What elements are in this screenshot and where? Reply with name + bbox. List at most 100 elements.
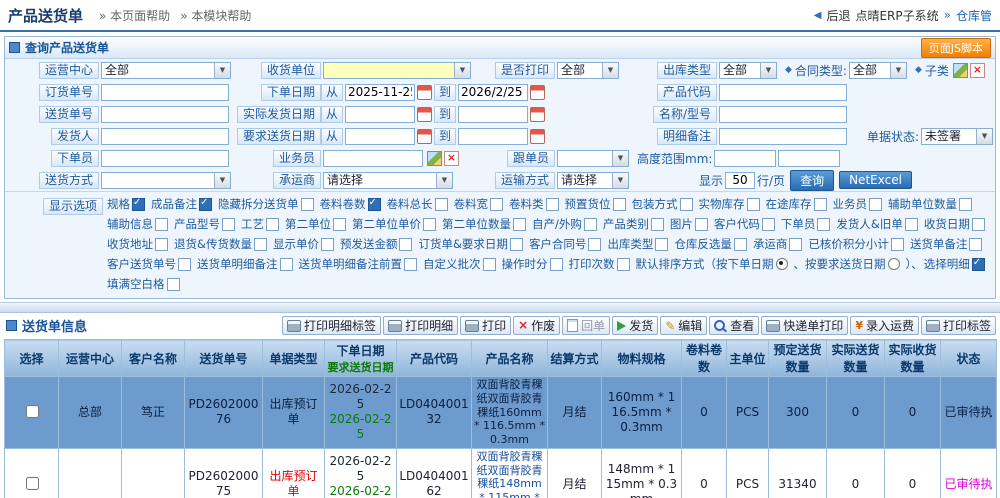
option-checkbox[interactable] [891, 238, 904, 251]
transport-method-select[interactable]: 请选择▼ [557, 172, 629, 189]
doc-status-select[interactable]: 未签署▼ [921, 128, 993, 145]
required-date-to-input[interactable] [458, 128, 528, 145]
option-checkbox[interactable] [817, 218, 830, 231]
display-option[interactable]: 已核价积分小计 [808, 236, 909, 252]
breadcrumb-app[interactable]: 点晴ERP子系统 [855, 7, 938, 24]
display-option[interactable]: 仓库反选量 [674, 236, 752, 252]
sort-radio-option[interactable]: 、按要求送货日期 [794, 256, 905, 272]
display-option[interactable]: 隐藏拆分送货单 [218, 196, 319, 212]
search-button[interactable]: 查询 [790, 170, 834, 191]
delivery-row[interactable]: 总部笃正PD260200076出库预订单2026-02-252026-02-25… [5, 377, 997, 449]
calendar-icon[interactable] [417, 107, 432, 122]
display-option[interactable]: 送货单明细备注 [197, 256, 298, 272]
option-checkbox[interactable] [178, 258, 191, 271]
option-checkbox[interactable] [321, 238, 334, 251]
display-option[interactable]: 送货单备注 [910, 236, 988, 252]
option-checkbox[interactable] [368, 198, 381, 211]
display-option[interactable]: 预置货位 [565, 196, 631, 212]
back-arrow-icon[interactable]: ◀ [814, 10, 822, 21]
option-checkbox[interactable] [435, 198, 448, 211]
option-checkbox[interactable] [613, 198, 626, 211]
display-option[interactable]: 填满空白格 [107, 276, 185, 292]
back-link[interactable]: 后退 [826, 7, 850, 24]
option-checkbox[interactable] [550, 258, 563, 271]
delivery-method-select[interactable]: ▼ [101, 172, 231, 189]
calendar-icon[interactable] [530, 85, 545, 100]
required-date-from-input[interactable] [345, 128, 415, 145]
option-checkbox[interactable] [280, 258, 293, 271]
option-checkbox[interactable] [789, 238, 802, 251]
calendar-icon[interactable] [417, 85, 432, 100]
radio-indicator[interactable] [888, 258, 900, 270]
option-checkbox[interactable] [333, 218, 346, 231]
option-checkbox[interactable] [869, 198, 882, 211]
display-option[interactable]: 实物库存 [699, 196, 765, 212]
netexcel-button[interactable]: NetExcel [839, 171, 912, 189]
option-checkbox[interactable] [584, 218, 597, 231]
display-option[interactable]: 客户合同号 [529, 236, 607, 252]
salesman-clear-icon[interactable] [444, 151, 459, 166]
subclass-picker-icon[interactable] [953, 63, 968, 78]
salesman-picker-icon[interactable] [427, 151, 442, 166]
product-code-input[interactable] [719, 84, 847, 101]
display-option[interactable]: 卷料卷数 [320, 196, 386, 212]
option-checkbox[interactable] [254, 238, 267, 251]
page-help-link[interactable]: » 本页面帮助 [99, 7, 170, 24]
delivery-no-input[interactable] [101, 106, 229, 123]
carrier-select[interactable]: 请选择▼ [323, 172, 453, 189]
breadcrumb-module[interactable]: 仓库管 [956, 7, 992, 24]
option-checkbox[interactable] [655, 238, 668, 251]
option-checkbox[interactable] [199, 198, 212, 211]
display-option[interactable]: 显示单价 [273, 236, 339, 252]
toolbar-button-print-detail[interactable]: 打印明细 [383, 316, 458, 335]
display-option[interactable]: 第二单位单价 [352, 216, 441, 232]
display-option[interactable]: 第二单位数量 [442, 216, 531, 232]
option-checkbox[interactable] [423, 218, 436, 231]
shipper-input[interactable] [101, 128, 229, 145]
display-option[interactable]: 规格 [107, 196, 150, 212]
option-checkbox[interactable] [404, 258, 417, 271]
display-option[interactable]: 选择明细 [924, 256, 990, 272]
option-checkbox[interactable] [972, 218, 985, 231]
option-checkbox[interactable] [132, 198, 145, 211]
outbound-type-select[interactable]: 全部▼ [719, 62, 777, 79]
option-checkbox[interactable] [905, 218, 918, 231]
rows-per-page-input[interactable] [725, 172, 755, 189]
display-option[interactable]: 卷料类 [509, 196, 564, 212]
option-checkbox[interactable] [617, 258, 630, 271]
option-checkbox[interactable] [972, 258, 985, 271]
display-option[interactable]: 收货日期 [924, 216, 990, 232]
salesman-input[interactable] [323, 150, 423, 167]
contract-type-select[interactable]: 全部▼ [849, 62, 907, 79]
toolbar-button-edit[interactable]: 编辑 [660, 316, 707, 335]
display-option[interactable]: 收货地址 [107, 236, 173, 252]
option-checkbox[interactable] [490, 198, 503, 211]
name-model-input[interactable] [719, 106, 847, 123]
calendar-icon[interactable] [530, 129, 545, 144]
sort-radio-option[interactable]: 默认排序方式（按下单日期 [636, 256, 793, 272]
toolbar-button-ship[interactable]: 发货 [612, 316, 658, 335]
display-option[interactable]: 成品备注 [151, 196, 217, 212]
delivery-row[interactable]: PD260200075出库预订单2026-02-252026-02-25LD04… [5, 448, 997, 498]
option-checkbox[interactable] [969, 238, 982, 251]
display-option[interactable]: 包装方式 [632, 196, 698, 212]
option-checkbox[interactable] [167, 278, 180, 291]
height-range-max-input[interactable] [778, 150, 840, 167]
cell-name[interactable]: 双面背胶青稞纸双面背胶青稞纸148mm * 115mm * 0.3mm [472, 448, 548, 498]
receiving-unit-select[interactable]: ▼ [323, 62, 471, 79]
option-checkbox[interactable] [588, 238, 601, 251]
display-option[interactable]: 工艺 [241, 216, 284, 232]
option-checkbox[interactable] [546, 198, 559, 211]
row-checkbox[interactable] [26, 477, 39, 490]
display-option[interactable]: 下单员 [781, 216, 836, 232]
option-checkbox[interactable] [510, 238, 523, 251]
option-checkbox[interactable] [513, 218, 526, 231]
height-range-min-input[interactable] [714, 150, 776, 167]
toolbar-button-print-detail-label[interactable]: 打印明细标签 [282, 316, 381, 335]
display-option[interactable]: 预发送金额 [340, 236, 418, 252]
display-option[interactable]: 送货单明细备注前置 [299, 256, 423, 272]
operation-center-select[interactable]: 全部▼ [101, 62, 231, 79]
subclass-clear-icon[interactable] [970, 63, 985, 78]
toolbar-button-print-label[interactable]: 打印标签 [921, 316, 996, 335]
actual-ship-date-to-input[interactable] [458, 106, 528, 123]
